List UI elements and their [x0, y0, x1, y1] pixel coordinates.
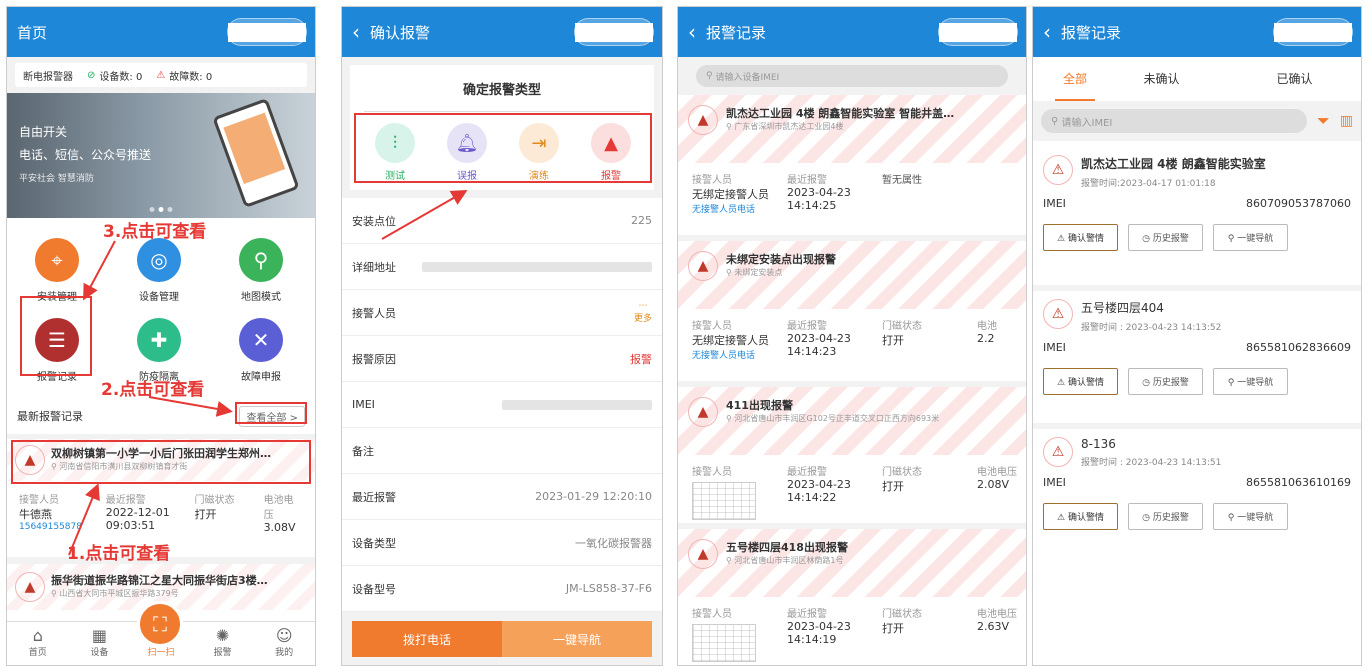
confirm-button[interactable]: ⚠ 确认警情 — [1043, 224, 1118, 251]
search-input[interactable]: ⚲ 请输入设备IMEI — [696, 65, 1008, 87]
history-button[interactable]: ◷ 历史报警 — [1128, 503, 1203, 530]
location-icon: ⚲ — [1227, 513, 1238, 523]
annotation-arrows — [68, 240, 233, 556]
alarm-records-screen: ‹ 报警记录 •••◉ ⚲ 请输入设备IMEI ▲凯杰达工业园 4楼 朗鑫智能实… — [677, 6, 1027, 666]
record-card[interactable]: ▲ 五号楼四层418出现报警 ⚲ 河北省唐山市丰润区林荫路1号 接警人员 最近报警 2… — [678, 529, 1026, 665]
back-icon[interactable]: ‹ — [1043, 20, 1051, 44]
siren-icon: ▲ — [688, 105, 718, 135]
history-button[interactable]: ◷ 历史报警 — [1128, 368, 1203, 395]
tab-all[interactable]: 全部 — [1055, 57, 1095, 101]
history-icon: ◷ — [1142, 234, 1153, 244]
confirm-button[interactable]: ⚠ 确认警情 — [1043, 503, 1118, 530]
page-title: 报警记录 — [1061, 23, 1122, 42]
capsule-menu: •••◉ — [938, 18, 1018, 46]
tab-unconfirmed[interactable]: 未确认 — [1095, 57, 1228, 101]
siren-icon: ▲ — [688, 397, 718, 427]
annotation-arrow — [381, 190, 468, 240]
filter-tabs: 全部 未确认 已确认 — [1033, 57, 1361, 101]
redacted-table — [692, 482, 756, 520]
alarm-records-tabs-screen: ‹ 报警记录 •••◉ 全部 未确认 已确认 ⚲ 请输入IMEI ⏷ ▥ ⚠凯杰… — [1032, 6, 1362, 666]
title-bar: ‹ 报警记录 •••◉ — [1033, 7, 1361, 57]
warning-icon: ⚠ — [1057, 513, 1068, 523]
location-icon: ⚲ — [1227, 234, 1238, 244]
warning-icon: ⚠ — [1057, 234, 1068, 244]
search-input[interactable]: ⚲ 请输入IMEI — [1041, 109, 1307, 133]
close-icon[interactable]: ◉ — [939, 22, 1017, 42]
capsule-menu: •••◉ — [1273, 18, 1353, 46]
siren-icon: ▲ — [688, 539, 718, 569]
siren-icon: ▲ — [688, 251, 718, 281]
title-bar: ‹ 报警记录 •••◉ — [678, 7, 1026, 57]
filter-icon[interactable]: ⏷ — [1317, 111, 1330, 131]
home-screen: 首页 •••◉ 断电报警器 ⊘ 设备数: 0 ⚠ 故障数: 0 自由开关 电话、… — [6, 6, 316, 666]
search-icon: ⚲ — [706, 71, 716, 81]
history-icon: ◷ — [1142, 513, 1153, 523]
navigate-button[interactable]: ⚲ 一键导航 — [1213, 224, 1288, 251]
history-icon: ◷ — [1142, 378, 1153, 388]
warning-icon: ⚠ — [1057, 378, 1068, 388]
record-card[interactable]: ⚠ 五号楼四层404 报警时间 : 2023-04-23 14:13:52 IMEI… — [1033, 285, 1361, 415]
confirm-button[interactable]: ⚠ 确认警情 — [1043, 368, 1118, 395]
search-icon: ⚲ — [1051, 115, 1062, 127]
search-row: ⚲ 请输入IMEI ⏷ ▥ — [1033, 101, 1361, 141]
navigate-button[interactable]: ⚲ 一键导航 — [1213, 503, 1288, 530]
record-card[interactable]: ⚠ 8-136 报警时间 : 2023-04-23 14:13:51 IMEI 865… — [1033, 423, 1361, 559]
back-icon[interactable]: ‹ — [688, 20, 696, 44]
close-icon[interactable]: ◉ — [1274, 22, 1352, 42]
tab-confirmed[interactable]: 已确认 — [1228, 57, 1361, 101]
record-card[interactable]: ▲ 未绑定安装点出现报警 ⚲ 未绑定安装点 接警人员 无绑定接警人员 无接警人员电话 最… — [678, 241, 1026, 381]
record-card[interactable]: ▲ 411出现报警 ⚲ 河北省唐山市丰润区G102号正丰道交叉口正西方向693米 接… — [678, 387, 1026, 523]
record-card[interactable]: ⚠ 凯杰达工业园 4楼 朗鑫智能实验室 报警时间:2023-04-17 01:01:… — [1033, 147, 1361, 277]
page-title: 报警记录 — [706, 23, 767, 42]
location-icon: ⚲ — [1227, 378, 1238, 388]
siren-icon: ⚠ — [1043, 437, 1073, 467]
redacted-table — [692, 624, 756, 662]
history-button[interactable]: ◷ 历史报警 — [1128, 224, 1203, 251]
confirm-alarm-screen: ‹ 确认报警 •••◉ 确定报警类型 ⫶测试 🔔︎误报 ⇥演练 ▲报警 安装点位… — [341, 6, 663, 666]
navigate-button[interactable]: ⚲ 一键导航 — [1213, 368, 1288, 395]
building-icon[interactable]: ▥ — [1340, 113, 1353, 129]
siren-icon: ⚠ — [1043, 299, 1073, 329]
record-card[interactable]: ▲ 凯杰达工业园 4楼 朗鑫智能实验室 智能井盖… ⚲ 广东省深圳市凯杰达工业园4楼… — [678, 95, 1026, 235]
siren-icon: ⚠ — [1043, 155, 1073, 185]
